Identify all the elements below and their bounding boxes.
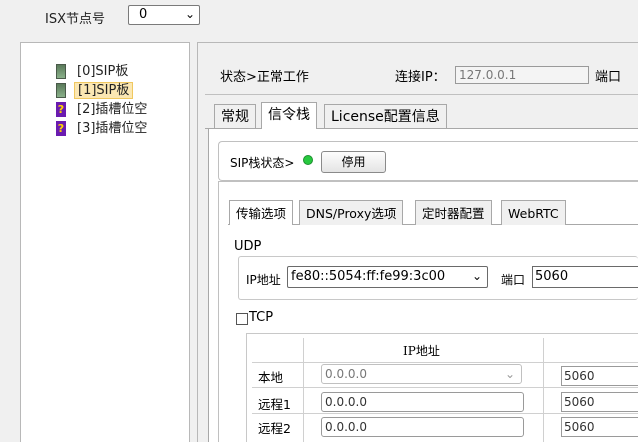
tab-signaling-stack[interactable]: 信令栈	[261, 102, 317, 129]
tcp-remote1-ip-field[interactable]: 0.0.0.0	[321, 392, 524, 412]
divider	[205, 94, 638, 95]
udp-ip-label: IP地址	[246, 273, 281, 287]
tree-item-slot-3[interactable]: ? [3]插槽位空	[56, 119, 150, 138]
tree-item-label: [2]插槽位空	[77, 102, 148, 117]
tcp-label: TCP	[249, 310, 274, 325]
tcp-row-label-local: 本地	[258, 370, 284, 385]
board-icon	[56, 83, 66, 98]
sip-status-label: SIP栈状态>	[230, 156, 295, 170]
udp-label: UDP	[234, 239, 262, 254]
tcp-local-ip-value: 0.0.0.0	[325, 367, 367, 381]
tcp-remote2-ip-field[interactable]: 0.0.0.0	[321, 417, 524, 437]
tcp-row-label-remote2: 远程2	[258, 421, 291, 436]
tree-item-slot-2[interactable]: ? [2]插槽位空	[56, 100, 150, 119]
node-number-value: 0	[139, 7, 148, 22]
board-tree: [0]SIP板 [1]SIP板 ? [2]插槽位空 ? [3]插槽位空	[56, 62, 150, 138]
status-text: 状态>正常工作	[220, 70, 309, 85]
udp-port-label: 端口	[501, 273, 526, 287]
node-number-select[interactable]: 0 ⌄	[128, 5, 200, 25]
table-row-divider	[252, 362, 638, 363]
tcp-remote2-port-field[interactable]: 5060	[561, 417, 638, 437]
tcp-checkbox[interactable]	[236, 313, 248, 325]
question-icon: ?	[56, 102, 66, 117]
tcp-header-ip: IP地址	[403, 344, 440, 358]
udp-port-field[interactable]: 5060	[532, 266, 638, 288]
tab-dns-proxy-options[interactable]: DNS/Proxy选项	[299, 200, 404, 225]
table-column-divider	[543, 338, 544, 442]
board-icon	[56, 64, 66, 79]
table-row-divider	[252, 387, 638, 388]
tcp-local-ip-select[interactable]: 0.0.0.0 ⌄	[321, 364, 522, 384]
tcp-local-port-field[interactable]: 5060	[561, 366, 638, 386]
chevron-down-icon: ⌄	[471, 269, 482, 283]
tcp-remote1-port-field[interactable]: 5060	[561, 392, 638, 412]
chevron-down-icon: ⌄	[184, 7, 195, 21]
tcp-row-label-remote1: 远程1	[258, 397, 291, 412]
tree-item-label: [0]SIP板	[77, 64, 129, 79]
udp-ip-select[interactable]: fe80::5054:ff:fe99:3c00 ⌄	[287, 266, 488, 288]
connect-ip-field[interactable]: 127.0.0.1	[455, 66, 589, 84]
tab-general[interactable]: 常规	[214, 104, 256, 128]
node-number-label: ISX节点号	[45, 12, 105, 27]
tree-item-board-1[interactable]: [1]SIP板	[56, 81, 150, 100]
tab-webrtc[interactable]: WebRTC	[501, 200, 566, 225]
tree-item-label: [1]SIP板	[74, 82, 134, 99]
tree-item-board-0[interactable]: [0]SIP板	[56, 62, 150, 81]
tree-item-label: [3]插槽位空	[77, 121, 148, 136]
tab-license-config[interactable]: License配置信息	[324, 104, 447, 128]
udp-ip-value: fe80::5054:ff:fe99:3c00	[291, 269, 446, 284]
tab-transport-options[interactable]: 传输选项	[229, 200, 294, 225]
stop-button[interactable]: 停用	[321, 151, 386, 173]
tab-timer-config[interactable]: 定时器配置	[415, 200, 492, 225]
status-led-icon	[303, 155, 313, 165]
question-icon: ?	[56, 121, 66, 136]
table-row-divider	[252, 413, 638, 414]
connect-port-label: 端口	[595, 70, 622, 85]
table-column-divider	[303, 338, 304, 442]
chevron-down-icon: ⌄	[504, 367, 515, 381]
connect-ip-label: 连接IP：	[395, 70, 446, 85]
